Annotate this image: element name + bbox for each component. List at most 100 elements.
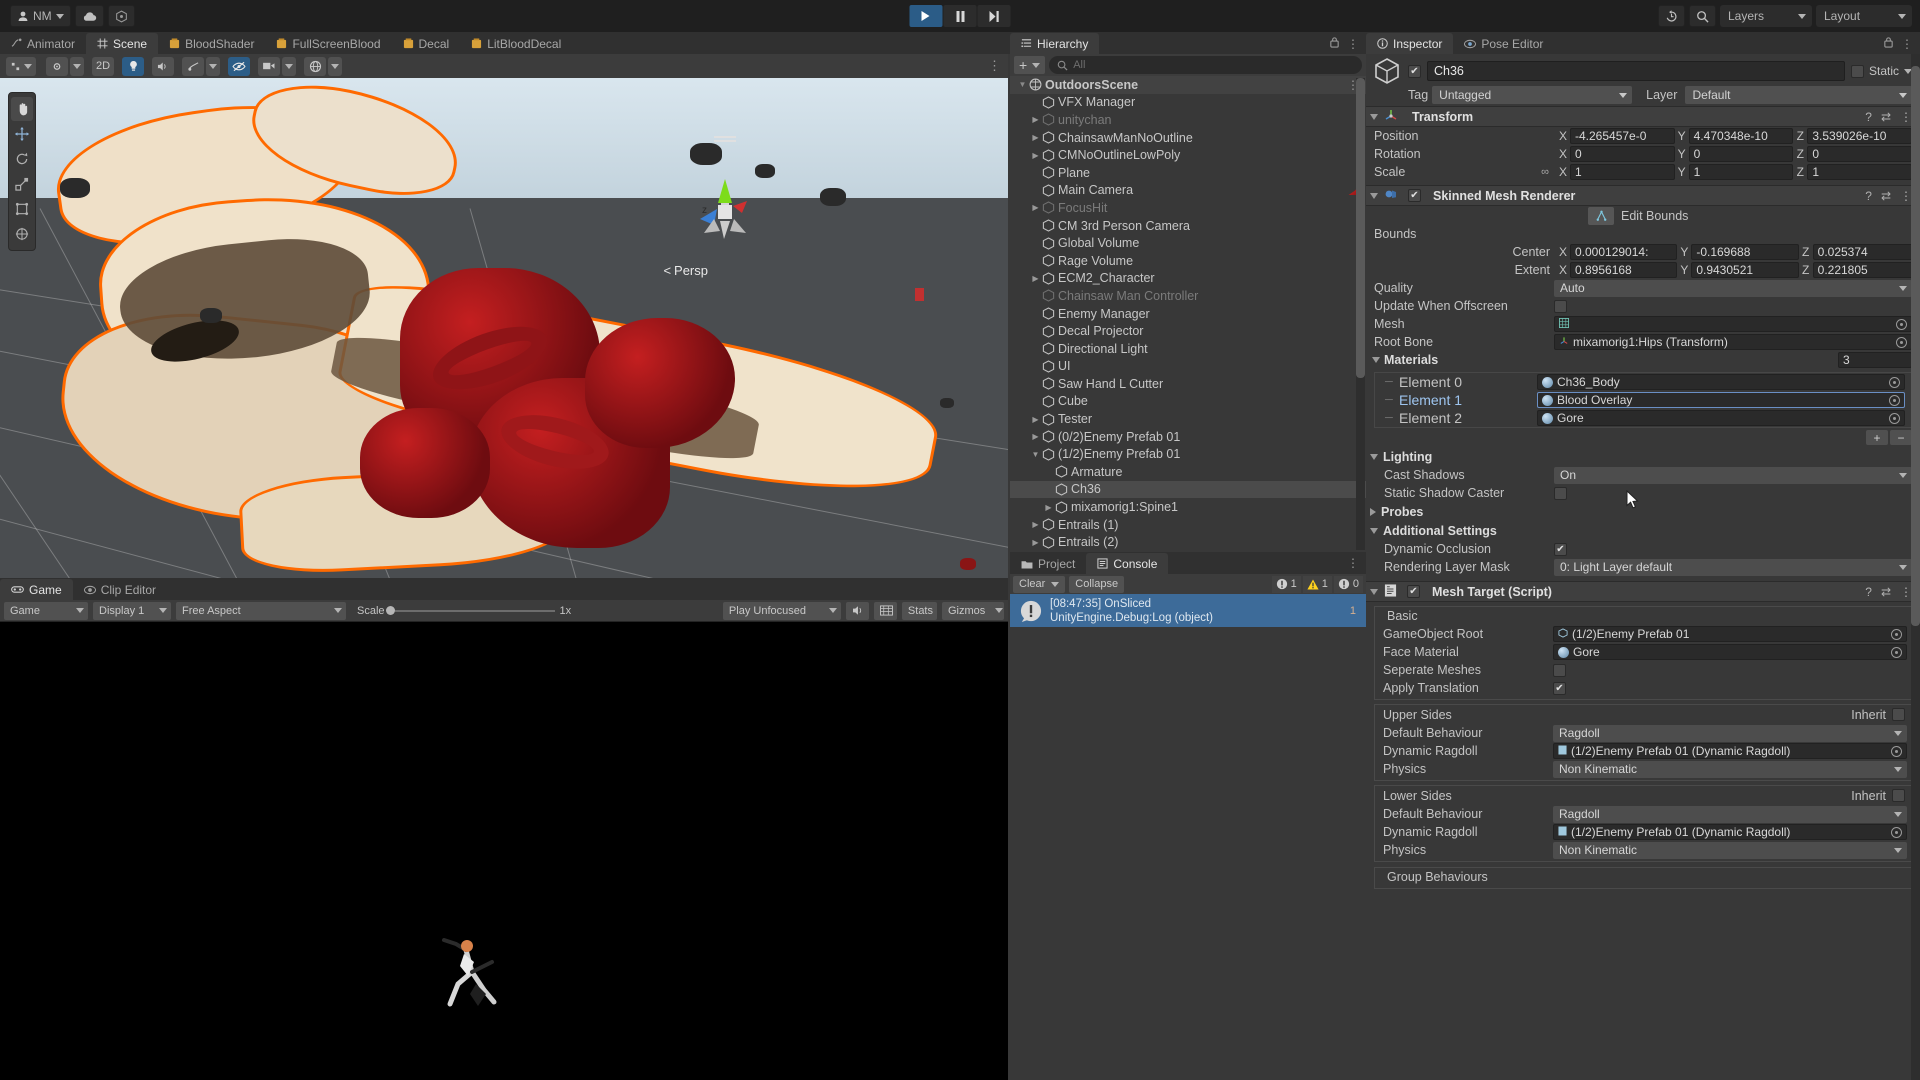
tab-hierarchy[interactable]: Hierarchy xyxy=(1010,33,1100,54)
lock-icon[interactable] xyxy=(1329,36,1340,51)
position-z-input[interactable]: 3.539026e-10 xyxy=(1807,128,1913,144)
hierarchy-item[interactable]: Rage Volume xyxy=(1010,252,1366,270)
foldout-closed-icon[interactable]: ▶ xyxy=(1029,432,1042,441)
tab-game[interactable]: Game xyxy=(0,579,73,600)
hierarchy-item[interactable]: ▶ CMNoOutlineLowPoly xyxy=(1010,146,1366,164)
quality-dropdown[interactable]: Auto xyxy=(1554,279,1912,297)
material-object-field[interactable]: Ch36_Body xyxy=(1537,374,1905,390)
gizmos-dropdown[interactable]: Gizmos xyxy=(942,601,1004,620)
aspect-dropdown[interactable]: Free Aspect xyxy=(176,601,346,620)
info-count-badge[interactable]: 0 xyxy=(1333,575,1363,593)
component-header-skinned-mesh-renderer[interactable]: ✔ Skinned Mesh Renderer ? ⇄ ⋮ xyxy=(1366,185,1920,206)
undo-history-icon[interactable] xyxy=(1658,5,1685,27)
hierarchy-item[interactable]: ▶ unitychan xyxy=(1010,111,1366,129)
inspector-scrollbar-thumb[interactable] xyxy=(1911,66,1920,626)
transform-tool[interactable] xyxy=(11,222,33,246)
hierarchy-item[interactable]: Enemy Manager xyxy=(1010,305,1366,323)
rotation-x-input[interactable]: 0 xyxy=(1570,146,1675,162)
update-offscreen-checkbox[interactable] xyxy=(1554,299,1567,313)
tab-fullscreenblood[interactable]: FullScreenBlood xyxy=(265,33,391,54)
position-x-input[interactable]: -4.265457e-0 xyxy=(1570,128,1675,144)
root-bone-object-field[interactable]: mixamorig1:Hips (Transform) xyxy=(1554,334,1912,350)
foldout-closed-icon[interactable]: ▶ xyxy=(1029,115,1042,124)
edit-bounds-button[interactable] xyxy=(1588,206,1614,225)
hierarchy-item[interactable]: ▶ Entrails (2) xyxy=(1010,533,1366,551)
display-dropdown[interactable]: Display 1 xyxy=(93,601,171,620)
scene-orientation-gizmo[interactable]: z xyxy=(690,173,760,243)
scale-z-input[interactable]: 1 xyxy=(1807,164,1913,180)
hierarchy-item[interactable]: Main Camera xyxy=(1010,182,1366,200)
scene-perspective-label[interactable]: < Persp xyxy=(663,263,708,278)
add-material-button[interactable]: + xyxy=(1866,430,1888,445)
foldout-closed-icon[interactable]: ▶ xyxy=(1029,538,1042,547)
hierarchy-tree[interactable]: ▼ OutdoorsScene ⋮ VFX Manager ▶ unitychan ▶ Cha… xyxy=(1010,76,1366,552)
material-object-field[interactable]: Blood Overlay xyxy=(1537,392,1905,408)
play-button[interactable] xyxy=(909,5,943,27)
additional-settings-foldout[interactable]: Additional Settings xyxy=(1366,521,1920,540)
hierarchy-item[interactable]: Global Volume xyxy=(1010,234,1366,252)
tab-bloodshader[interactable]: BloodShader xyxy=(158,33,265,54)
apply-translation-checkbox[interactable]: ✔ xyxy=(1553,681,1566,695)
hierarchy-scene-row[interactable]: ▼ OutdoorsScene ⋮ xyxy=(1010,76,1366,94)
scene-visibility-toggle[interactable] xyxy=(228,56,251,76)
upper-physics-dropdown[interactable]: Non Kinematic xyxy=(1553,760,1907,778)
layer-dropdown[interactable]: Default xyxy=(1685,86,1912,104)
tab-scene[interactable]: Scene xyxy=(86,33,159,54)
object-enabled-checkbox[interactable]: ✔ xyxy=(1408,64,1421,78)
materials-count-input[interactable]: 3 xyxy=(1838,352,1912,368)
foldout-arrow-icon[interactable] xyxy=(1372,357,1380,363)
object-picker-icon[interactable] xyxy=(1896,318,1907,330)
hierarchy-item[interactable]: ▼ (1/2)Enemy Prefab 01 xyxy=(1010,445,1366,463)
view-2d-toggle[interactable]: 2D xyxy=(92,56,115,76)
scene-lighting-toggle[interactable] xyxy=(122,56,145,76)
foldout-closed-icon[interactable]: ▶ xyxy=(1029,133,1042,142)
hierarchy-item[interactable]: Armature xyxy=(1010,463,1366,481)
play-mode-dropdown[interactable]: Play Unfocused xyxy=(722,601,841,620)
preset-icon[interactable]: ⇄ xyxy=(1881,585,1891,599)
help-icon[interactable]: ? xyxy=(1865,189,1872,203)
scene-camera-button[interactable] xyxy=(258,56,281,76)
kebab-menu-icon[interactable]: ⋮ xyxy=(1347,37,1360,51)
object-picker-icon[interactable] xyxy=(1891,646,1902,658)
hierarchy-scrollbar-thumb[interactable] xyxy=(1356,78,1365,378)
component-enabled-checkbox[interactable]: ✔ xyxy=(1407,585,1420,598)
scene-audio-toggle[interactable] xyxy=(152,56,175,76)
scene-view[interactable]: 2D ⋮ z < Persp xyxy=(0,54,1008,578)
lower-inherit-checkbox[interactable] xyxy=(1892,789,1905,802)
help-icon[interactable]: ? xyxy=(1865,585,1872,599)
kebab-menu-icon[interactable]: ⋮ xyxy=(988,58,1002,74)
tab-decal[interactable]: Decal xyxy=(392,33,461,54)
preset-icon[interactable]: ⇄ xyxy=(1881,189,1891,203)
foldout-closed-icon[interactable]: ▶ xyxy=(1029,520,1042,529)
layers-dropdown[interactable]: Layers xyxy=(1720,5,1812,27)
object-picker-icon[interactable] xyxy=(1891,826,1902,838)
hierarchy-item[interactable]: Directional Light xyxy=(1010,340,1366,358)
move-tool[interactable] xyxy=(11,122,33,146)
mute-audio-button[interactable] xyxy=(845,601,869,620)
foldout-closed-icon[interactable]: ▶ xyxy=(1029,203,1042,212)
foldout-closed-icon[interactable]: ▶ xyxy=(1029,415,1042,424)
tab-clip-editor[interactable]: Clip Editor xyxy=(73,579,167,600)
kebab-menu-icon[interactable]: ⋮ xyxy=(1347,556,1360,570)
material-element-row[interactable]: ─ Element 1 Blood Overlay xyxy=(1375,391,1913,409)
pivot-mode-button[interactable] xyxy=(46,56,68,76)
chevron-down-icon[interactable] xyxy=(282,56,297,76)
hierarchy-item[interactable]: ▶ mixamorig1:Spine1 xyxy=(1010,498,1366,516)
object-picker-icon[interactable] xyxy=(1889,376,1900,388)
step-button[interactable] xyxy=(977,5,1011,27)
rotation-y-input[interactable]: 0 xyxy=(1688,146,1794,162)
cast-shadows-dropdown[interactable]: On xyxy=(1554,466,1912,484)
object-picker-icon[interactable] xyxy=(1891,745,1902,757)
game-stats-icon[interactable] xyxy=(873,601,897,620)
upper-default-behaviour-dropdown[interactable]: Ragdoll xyxy=(1553,724,1907,742)
center-y-input[interactable]: -0.169688 xyxy=(1691,244,1799,260)
material-element-row[interactable]: ─ Element 0 Ch36_Body xyxy=(1375,373,1913,391)
extent-x-input[interactable]: 0.8956168 xyxy=(1570,262,1678,278)
scale-link-icon[interactable]: ∞ xyxy=(1534,166,1556,178)
hierarchy-search-input[interactable]: All xyxy=(1049,56,1362,74)
scale-tool[interactable] xyxy=(11,172,33,196)
upper-dynamic-ragdoll-field[interactable]: (1/2)Enemy Prefab 01 (Dynamic Ragdoll) xyxy=(1553,743,1907,759)
rotate-tool[interactable] xyxy=(11,147,33,171)
material-object-field[interactable]: Gore xyxy=(1537,410,1905,426)
chevron-down-icon[interactable] xyxy=(328,56,343,76)
